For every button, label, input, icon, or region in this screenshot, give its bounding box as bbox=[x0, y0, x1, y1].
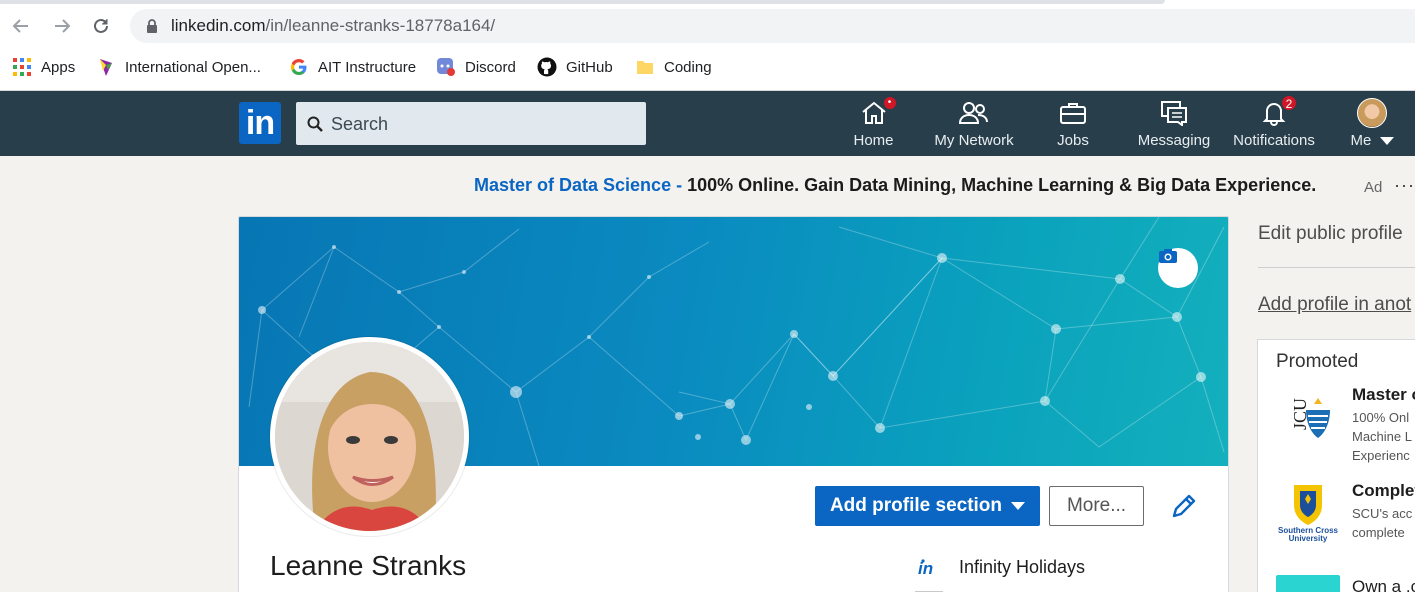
url-domain: linkedin.com bbox=[171, 16, 266, 35]
promo-headline: Master o bbox=[1352, 385, 1415, 404]
notifications-count-badge: 2 bbox=[1281, 95, 1297, 111]
nav-label: Home bbox=[853, 132, 894, 149]
reload-icon[interactable] bbox=[89, 14, 113, 38]
ad-tag: Ad bbox=[1364, 179, 1383, 196]
add-profile-section-label: Add profile section bbox=[829, 495, 1003, 516]
apps-grid-icon bbox=[12, 57, 32, 77]
url-path: /in/leanne-stranks-18778a164/ bbox=[265, 16, 496, 35]
profile-photo-image bbox=[275, 342, 464, 531]
nav-label: Messaging bbox=[1137, 132, 1211, 149]
nav-my-network[interactable]: My Network bbox=[930, 97, 1018, 153]
bookmark-label: International Open... bbox=[125, 58, 261, 76]
nav-label: Jobs bbox=[1057, 132, 1089, 149]
svg-text:in: in bbox=[918, 559, 933, 578]
bookmark-label: Apps bbox=[41, 58, 76, 76]
avatar-icon bbox=[1355, 97, 1389, 129]
nav-label: My Network bbox=[934, 132, 1014, 149]
promo-body: 100% Onl Machine L Experienc bbox=[1352, 408, 1412, 465]
chevron-down-icon bbox=[1379, 137, 1394, 146]
profile-name: Leanne Stranks bbox=[270, 550, 467, 581]
bookmark-label: GitHub bbox=[566, 58, 613, 76]
home-icon: • bbox=[857, 96, 897, 129]
rail-divider bbox=[1258, 267, 1415, 268]
tab-strip bbox=[0, 0, 1165, 4]
bookmark-label: Discord bbox=[465, 58, 516, 76]
forward-arrow-icon[interactable] bbox=[50, 14, 74, 38]
promo-body-line: Experienc bbox=[1352, 448, 1410, 463]
promo-logo-tile bbox=[1276, 575, 1340, 592]
me-label: Me bbox=[1350, 132, 1372, 149]
browser-toolbar: linkedin.com/in/leanne-stranks-18778a164… bbox=[0, 0, 1415, 91]
nav-notifications[interactable]: 2 Notifications bbox=[1229, 95, 1319, 153]
chevron-down-icon bbox=[1011, 502, 1026, 510]
bookmark-label: Coding bbox=[664, 58, 712, 76]
edit-banner-camera-icon[interactable] bbox=[1158, 248, 1198, 288]
nav-messaging[interactable]: Messaging bbox=[1134, 97, 1214, 153]
feather-icon bbox=[96, 57, 116, 77]
ad-text: 100% Online. Gain Data Mining, Machine L… bbox=[682, 175, 1317, 195]
folder-icon bbox=[635, 57, 655, 77]
linkedin-logo[interactable]: in bbox=[239, 102, 281, 144]
back-arrow-icon[interactable] bbox=[9, 14, 33, 38]
promo-item[interactable]: JCU Master o 100% Onl Machine L Experien… bbox=[1276, 385, 1415, 465]
more-button[interactable]: More... bbox=[1049, 486, 1144, 526]
promo-headline: Own a .c bbox=[1352, 577, 1415, 592]
bookmark-ait-instructure[interactable]: AIT Instructure bbox=[289, 55, 416, 79]
bookmark-github[interactable]: GitHub bbox=[537, 55, 613, 79]
promo-headline: Complet bbox=[1352, 481, 1415, 500]
nav-home[interactable]: • Home bbox=[846, 96, 901, 153]
profile-card: Add profile section More... Leanne Stran… bbox=[238, 216, 1229, 592]
southern-cross-university-logo-icon: Southern Cross University bbox=[1276, 481, 1340, 545]
linkedin-nav-bar: in Search • Home My Network Jobs Messagi… bbox=[0, 91, 1415, 156]
network-icon bbox=[957, 97, 991, 129]
home-notification-badge: • bbox=[882, 96, 897, 110]
nav-label: Notifications bbox=[1233, 132, 1315, 149]
promo-body: SCU's acc complete bbox=[1352, 504, 1412, 542]
discord-icon bbox=[436, 57, 456, 77]
current-employer[interactable]: Infinity Holidays bbox=[959, 557, 1085, 578]
add-profile-section-button[interactable]: Add profile section bbox=[815, 486, 1040, 526]
ad-link[interactable]: Master of Data Science - bbox=[474, 175, 682, 195]
briefcase-icon bbox=[1056, 97, 1090, 129]
me-avatar bbox=[1357, 98, 1387, 128]
infinity-holidays-logo-icon: in bbox=[918, 559, 933, 578]
profile-photo[interactable] bbox=[270, 337, 469, 536]
jcu-logo-icon: JCU bbox=[1276, 385, 1340, 449]
ad-more-icon[interactable]: ··· bbox=[1394, 175, 1415, 196]
bell-icon: 2 bbox=[1257, 95, 1297, 129]
bookmark-apps[interactable]: Apps bbox=[12, 55, 75, 79]
promoted-card: Promoted JCU Master o 100% Onl Machine L… bbox=[1257, 339, 1415, 592]
github-icon bbox=[537, 57, 557, 77]
search-input[interactable]: Search bbox=[296, 102, 646, 145]
search-icon bbox=[307, 116, 323, 132]
bookmark-international-open[interactable]: International Open... bbox=[96, 55, 261, 79]
svg-text:University: University bbox=[1289, 534, 1328, 543]
lock-icon[interactable] bbox=[146, 18, 158, 34]
add-profile-language-link[interactable]: Add profile in anot bbox=[1258, 294, 1411, 316]
bookmark-discord[interactable]: Discord bbox=[436, 55, 516, 79]
messaging-icon bbox=[1157, 97, 1191, 129]
promo-item[interactable]: Southern Cross University Complet SCU's … bbox=[1276, 481, 1415, 551]
promoted-title: Promoted bbox=[1276, 351, 1359, 372]
google-icon bbox=[289, 57, 309, 77]
promo-body-line: 100% Onl bbox=[1352, 410, 1410, 425]
nav-jobs[interactable]: Jobs bbox=[1050, 97, 1096, 153]
nav-me[interactable]: Me bbox=[1347, 97, 1397, 153]
promo-body-line: Machine L bbox=[1352, 429, 1412, 444]
ad-banner[interactable]: Master of Data Science - 100% Online. Ga… bbox=[474, 175, 1316, 196]
promo-item[interactable]: Own a .c bbox=[1276, 575, 1415, 592]
search-placeholder: Search bbox=[331, 114, 389, 134]
promo-body-line: complete bbox=[1352, 525, 1405, 540]
edit-pencil-icon[interactable] bbox=[1169, 491, 1199, 521]
nav-label: Me bbox=[1350, 132, 1394, 149]
bookmark-label: AIT Instructure bbox=[318, 58, 417, 76]
promo-body-line: SCU's acc bbox=[1352, 506, 1413, 521]
url-text[interactable]: linkedin.com/in/leanne-stranks-18778a164… bbox=[171, 16, 495, 36]
edit-public-profile-link[interactable]: Edit public profile bbox=[1258, 223, 1403, 245]
bookmark-coding[interactable]: Coding bbox=[635, 55, 712, 79]
